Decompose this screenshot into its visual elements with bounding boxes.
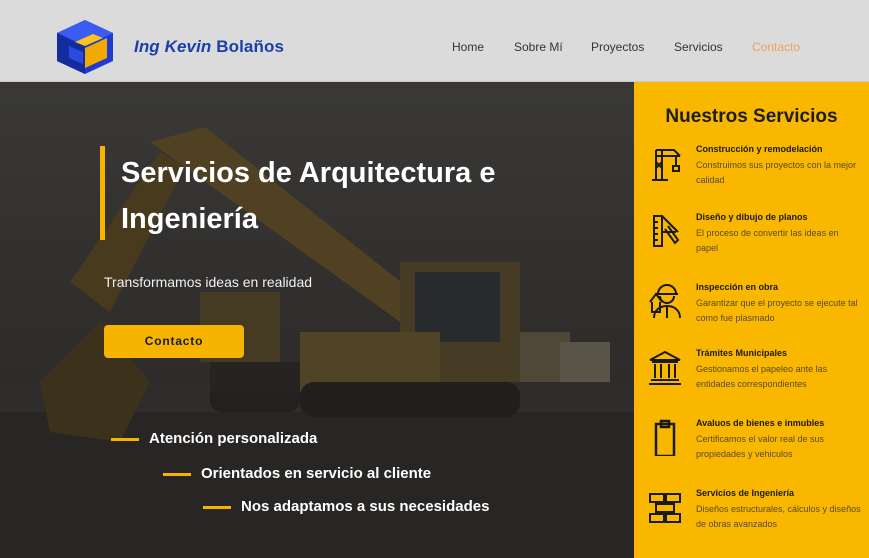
service-name: Construcción y remodelación [696, 144, 823, 154]
hero-subtitle: Transformamos ideas en realidad [104, 274, 313, 290]
service-desc: El proceso de convertir las ideas en pap… [696, 228, 839, 253]
ruler-icon [653, 215, 680, 247]
service-item[interactable]: Avaluos de bienes e inmubles Certificamo… [634, 418, 869, 478]
service-desc: Certificamos el valor real de sus propie… [696, 434, 825, 459]
service-item[interactable]: Diseño y dibujo de planos El proceso de … [634, 212, 869, 272]
feature-dash [111, 437, 139, 441]
feature-item: Nos adaptamos a sus necesidades [203, 498, 489, 515]
service-desc: Diseños estructurales, cálculos y diseño… [696, 504, 861, 529]
service-desc: Construimos sus proyectos con la mejor c… [696, 160, 857, 185]
feature-dash [203, 505, 231, 509]
brand-name[interactable]: Ing Kevin Bolaños [134, 37, 284, 57]
service-item[interactable]: Inspección en obra Garantizar que el pro… [634, 282, 869, 342]
brand-name-italic: Ing Kevin [134, 37, 212, 56]
building-icon [649, 350, 681, 385]
feature-text: Orientados en servicio al cliente [201, 465, 432, 482]
hero-title: Servicios de Arquitectura e Ingeniería [121, 157, 496, 235]
service-name: Diseño y dibujo de planos [696, 212, 808, 222]
feature-item: Atención personalizada [111, 430, 317, 447]
service-item[interactable]: Construcción y remodelación Construimos … [634, 144, 869, 204]
bricks-icon [649, 493, 681, 523]
site-header: Ing Kevin Bolaños Home Sobre Mí Proyecto… [0, 0, 869, 82]
service-desc: Garantizar que el proyecto se ejecute ta… [696, 298, 858, 323]
nav-contacto[interactable]: Contacto [752, 40, 800, 54]
feature-item: Orientados en servicio al cliente [163, 465, 431, 482]
feature-text: Atención personalizada [149, 430, 318, 447]
service-desc: Gestionamos el papeleo ante las entidade… [696, 364, 828, 389]
services-title: Nuestros Servicios [665, 106, 838, 127]
title-accent-bar [100, 146, 105, 240]
service-name: Inspección en obra [696, 282, 779, 292]
nav-proyectos[interactable]: Proyectos [591, 40, 644, 54]
clipboard-icon [654, 419, 676, 456]
nav-sobre-mi[interactable]: Sobre Mí [514, 40, 563, 54]
service-item[interactable]: Servicios de Ingeniería Diseños estructu… [634, 488, 869, 548]
services-panel: Nuestros Servicios Construcción y remode… [634, 82, 869, 558]
feature-text: Nos adaptamos a sus necesidades [241, 498, 490, 515]
nav-home[interactable]: Home [452, 40, 484, 54]
brand-name-rest: Bolaños [216, 37, 285, 56]
nav-servicios[interactable]: Servicios [674, 40, 723, 54]
crane-icon [652, 149, 681, 181]
feature-dash [163, 472, 191, 476]
service-name: Trámites Municipales [696, 348, 788, 358]
logo-cube-icon[interactable] [55, 18, 115, 76]
service-name: Avaluos de bienes e inmubles [696, 418, 825, 428]
worker-icon [649, 284, 681, 319]
contacto-button[interactable]: Contacto [104, 325, 244, 358]
service-name: Servicios de Ingeniería [696, 488, 795, 498]
service-item[interactable]: Trámites Municipales Gestionamos el pape… [634, 348, 869, 408]
